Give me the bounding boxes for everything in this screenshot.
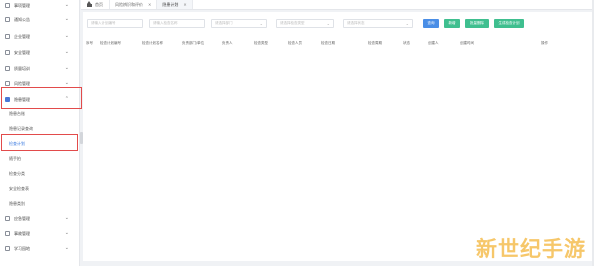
sidebar-menu-label: 质量培训: [14, 65, 30, 71]
close-icon[interactable]: ✕: [148, 2, 151, 7]
status-select[interactable]: 请选择状态 ⌄: [343, 19, 413, 28]
chevron-down-icon: ⌄: [64, 245, 69, 251]
column-header: 状态: [403, 41, 410, 45]
tab-inspection-plan[interactable]: 隐患计划 ✕: [157, 0, 193, 9]
sidebar-subitem-0[interactable]: 隐患台账: [0, 109, 80, 119]
bell-icon: [5, 17, 10, 22]
column-header: 负责部门/单位: [182, 41, 205, 45]
chevron-down-icon: ⌄: [64, 16, 69, 22]
sidebar-subitem-6[interactable]: 隐患类别: [0, 199, 80, 209]
sidebar-subitem-label: 隐患类别: [9, 201, 25, 206]
chevron-down-icon: ⌄: [64, 80, 69, 86]
sidebar-menu-label: 学习园地: [14, 245, 30, 251]
chevron-down-icon: ⌄: [259, 21, 263, 26]
sidebar-menu-4[interactable]: 质量培训 ⌄: [0, 63, 80, 74]
watermark: 新世纪手游: [476, 237, 586, 261]
sidebar-menu-label: 安全管理: [14, 49, 30, 55]
column-header: 序号: [86, 41, 93, 45]
generate-plan-button[interactable]: 生成检查计划: [494, 19, 524, 28]
main-content: 请输入计划编号 请输入检查名称 请选择部门 ⌄ 请选择检查类型 ⌄ 请选择状态 …: [83, 12, 592, 266]
batch-delete-button[interactable]: 批量删除: [465, 19, 489, 28]
column-header: 操作: [541, 41, 548, 45]
field-placeholder: 请输入计划编号: [91, 21, 116, 25]
sidebar-subitem-label: 隐患记录查询: [9, 126, 33, 131]
sidebar-menu-study[interactable]: 学习园地 ⌄: [0, 243, 80, 254]
close-icon[interactable]: ✕: [183, 2, 186, 7]
sidebar-menu-0[interactable]: 事项管理 ⌄: [0, 0, 80, 11]
sidebar-menu-2[interactable]: 企业管理 ⌄: [0, 31, 80, 42]
chevron-down-icon: ⌄: [326, 21, 330, 26]
column-header: 检查日期: [321, 41, 335, 45]
filter-bar: 请输入计划编号 请输入检查名称 请选择部门 ⌄ 请选择检查类型 ⌄ 请选择状态 …: [83, 19, 592, 29]
tab-bar: 首页 风险辨识和评价 ✕ 隐患计划 ✕: [81, 0, 594, 10]
department-select[interactable]: 请选择部门 ⌄: [211, 19, 267, 28]
tab-label: 风险辨识和评价: [115, 1, 143, 7]
table-header: 序号 检查计划编号 检查计划名称 负责部门/单位 负责人 检查类型 检查人员 检…: [83, 41, 592, 49]
sidebar-subitem-5[interactable]: 安全检查表: [0, 184, 80, 194]
column-header: 检查周期: [368, 41, 382, 45]
report-icon: [5, 231, 10, 236]
plan-number-input[interactable]: 请输入计划编号: [87, 19, 143, 28]
column-header: 检查计划编号: [100, 41, 121, 45]
sidebar-menu-3[interactable]: 安全管理 ⌄: [0, 47, 80, 58]
sidebar-menu-accident[interactable]: 事故管理 ⌄: [0, 228, 80, 239]
sidebar-subitem-label: 隐患台账: [9, 111, 25, 116]
column-header: 负责人: [222, 41, 233, 45]
add-button[interactable]: 新增: [444, 19, 460, 28]
sidebar-subitem-1[interactable]: 隐患记录查询: [0, 124, 80, 134]
sidebar-menu-hidden-danger[interactable]: 隐患管理 ⌃: [0, 94, 80, 105]
chevron-up-icon: ⌃: [64, 96, 69, 102]
sidebar-menu-1[interactable]: 通知公告 ⌄: [0, 14, 80, 25]
sidebar-subitem-label: 检查计划: [9, 141, 25, 146]
column-header: 创建人: [428, 41, 439, 45]
building-icon: [5, 34, 10, 39]
warning-icon: [5, 81, 10, 86]
folder-icon: [5, 97, 10, 102]
alarm-icon: [5, 216, 10, 221]
book-icon: [5, 66, 10, 71]
sidebar-menu-label: 企业管理: [14, 33, 30, 39]
sidebar-menu-label: 应急管理: [14, 215, 30, 221]
tab-risk[interactable]: 风险辨识和评价 ✕: [110, 0, 158, 9]
home-icon: [87, 1, 92, 7]
chevron-down-icon: ⌄: [405, 21, 409, 26]
plan-name-input[interactable]: 请输入检查名称: [149, 19, 205, 28]
study-icon: [5, 246, 10, 251]
shield-icon: [5, 50, 10, 55]
tab-label: 隐患计划: [162, 1, 179, 7]
column-header: 检查类型: [254, 41, 268, 45]
chevron-down-icon: ⌄: [64, 215, 69, 221]
chevron-down-icon: ⌄: [64, 65, 69, 71]
field-placeholder: 请选择部门: [215, 21, 233, 25]
tab-home[interactable]: 首页: [81, 0, 110, 9]
inspection-type-select[interactable]: 请选择检查类型 ⌄: [276, 19, 334, 28]
sidebar-menu-emergency[interactable]: 应急管理 ⌄: [0, 213, 80, 224]
field-placeholder: 请选择状态: [347, 21, 365, 25]
sidebar-subitem-label: 随手拍: [9, 156, 21, 161]
column-header: 创建时间: [460, 41, 474, 45]
sidebar-subitem-4[interactable]: 检查分类: [0, 169, 80, 179]
sidebar-menu-label: 事故管理: [14, 230, 30, 236]
chevron-down-icon: ⌄: [64, 2, 69, 8]
sidebar-subitem-3[interactable]: 随手拍: [0, 154, 80, 164]
sidebar-subitem-label: 安全检查表: [9, 186, 29, 191]
sidebar-subitem-label: 检查分类: [9, 171, 25, 176]
sidebar-menu-label: 风险管理: [14, 80, 30, 86]
chevron-down-icon: ⌄: [64, 33, 69, 39]
column-header: 检查计划名称: [142, 41, 163, 45]
field-placeholder: 请选择检查类型: [280, 21, 305, 25]
column-header: 检查人员: [288, 41, 302, 45]
chevron-down-icon: ⌄: [64, 49, 69, 55]
sidebar-subitem-inspection-plan[interactable]: 检查计划: [0, 139, 80, 149]
sidebar-menu-label: 通知公告: [14, 16, 30, 22]
field-placeholder: 请输入检查名称: [153, 21, 178, 25]
tab-label: 首页: [95, 1, 103, 7]
doc-icon: [5, 3, 10, 8]
chevron-down-icon: ⌄: [64, 230, 69, 236]
sidebar-menu-5[interactable]: 风险管理 ⌄: [0, 78, 80, 89]
search-button[interactable]: 查询: [423, 19, 439, 28]
sidebar-menu-label: 隐患管理: [14, 96, 30, 102]
sidebar: 事项管理 ⌄ 通知公告 ⌄ 企业管理 ⌄ 安全管理 ⌄ 质量培训 ⌄ 风险管理 …: [0, 0, 82, 266]
sidebar-menu-label: 事项管理: [14, 2, 30, 8]
